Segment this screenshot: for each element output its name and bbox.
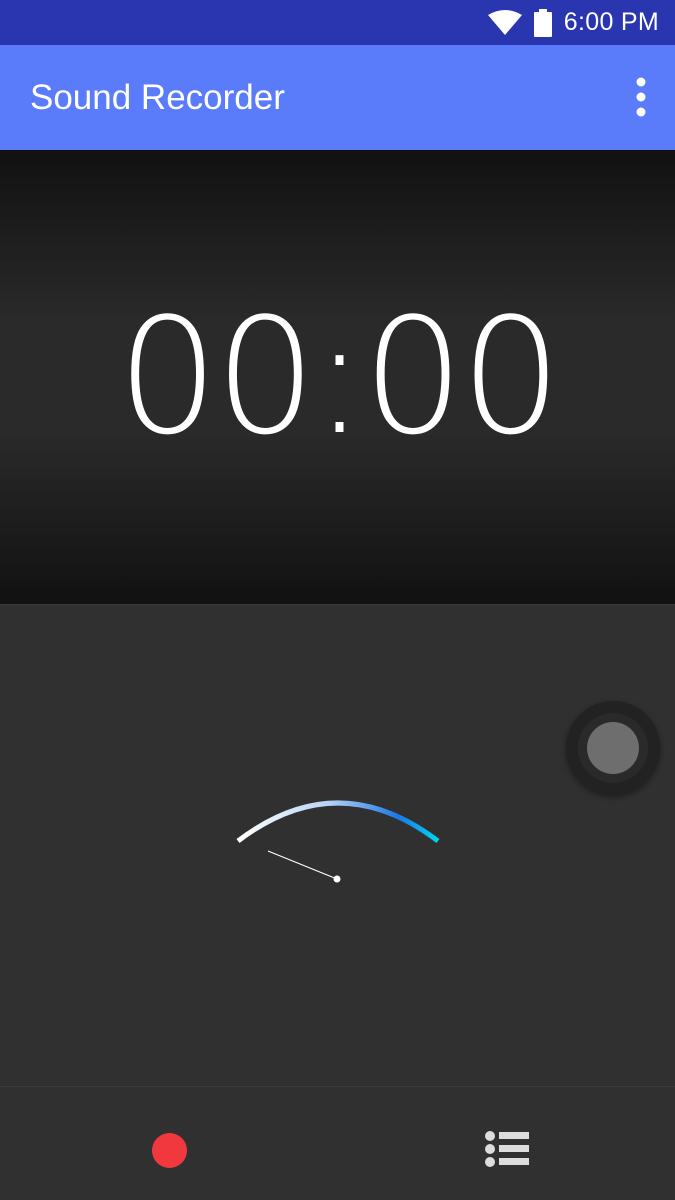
record-button[interactable] — [119, 1093, 219, 1193]
bottom-bar — [0, 1087, 675, 1200]
vu-meter-needle — [267, 850, 338, 880]
timer-panel: 00:00 — [0, 150, 675, 604]
floating-button-knob — [587, 722, 639, 774]
app-bar: Sound Recorder — [0, 45, 675, 150]
vu-meter-pivot — [333, 875, 341, 883]
more-vert-icon — [636, 77, 646, 117]
overflow-menu-button[interactable] — [629, 73, 653, 121]
status-bar: 6:00 PM — [0, 0, 675, 45]
record-icon — [152, 1133, 187, 1168]
status-time: 6:00 PM — [563, 8, 659, 36]
recordings-list-button[interactable] — [456, 1093, 556, 1193]
sound-recorder-screen: 6:00 PM Sound Recorder 00:00 — [0, 0, 675, 1200]
meter-area — [0, 605, 675, 1086]
wifi-icon — [487, 9, 522, 35]
battery-icon — [533, 8, 552, 37]
vu-meter-arc — [236, 800, 440, 843]
timer-display: 00:00 — [116, 283, 562, 470]
floating-action-button[interactable] — [578, 713, 648, 783]
app-title: Sound Recorder — [30, 78, 285, 117]
status-icons: 6:00 PM — [487, 0, 659, 45]
vu-meter — [236, 800, 440, 883]
recordings-list-icon — [485, 1131, 529, 1167]
